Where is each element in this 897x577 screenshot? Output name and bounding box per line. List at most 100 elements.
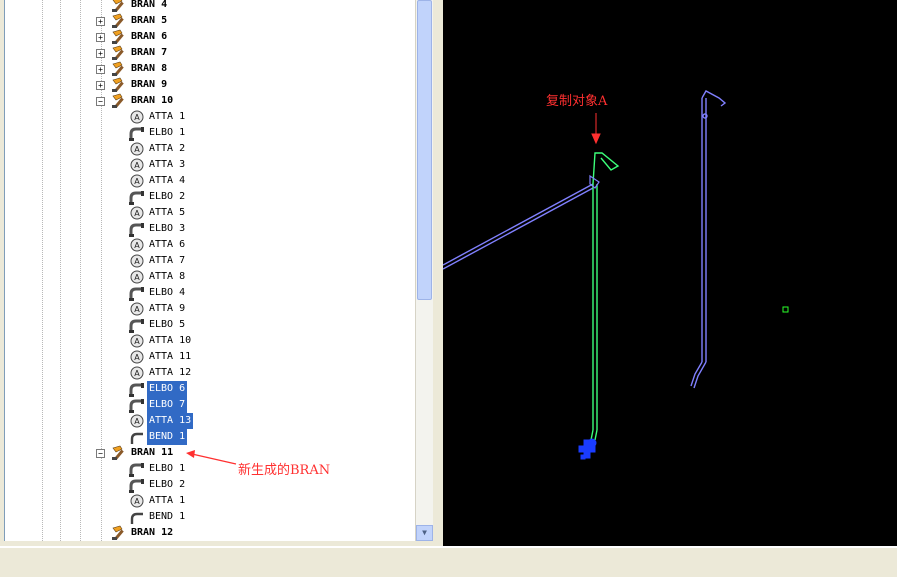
tree-node-label[interactable]: BRAN 11 [129,445,175,461]
svg-text:A: A [134,177,140,186]
elbow-icon [129,381,145,397]
attachment-icon: A [129,109,145,125]
expand-icon[interactable]: + [96,33,105,42]
tree-node-label[interactable]: ATTA 7 [147,253,187,269]
elbow-icon [129,221,145,237]
tree-guide-line [80,0,81,541]
svg-text:A: A [134,337,140,346]
attachment-icon: A [129,237,145,253]
copied-pipe-object-a[interactable] [590,152,620,441]
attachment-icon: A [129,205,145,221]
pipe-component-icon[interactable] [578,438,597,460]
svg-text:A: A [134,417,140,426]
tree-node-label[interactable]: ELBO 7 [147,397,188,413]
tree-node-label[interactable]: BRAN 10 [129,93,175,109]
model-explorer-panel: BRAN 4 + BRAN 5 + BRAN 6 + BRAN 7 + BRAN 8 + BRAN … [0,0,443,553]
svg-text:A: A [134,369,140,378]
attachment-icon: A [129,365,145,381]
expand-icon[interactable]: + [96,65,105,74]
tree-node-label[interactable]: ATTA 1 [147,493,187,509]
3d-viewport[interactable]: 复制对象A [442,0,897,546]
hammer-icon [111,29,127,45]
tree-guide-line [60,0,61,541]
scroll-down-button[interactable]: ▼ [416,525,433,541]
svg-text:A: A [134,497,140,506]
scrollbar-thumb[interactable] [417,0,432,300]
elbow-icon [129,477,145,493]
tree-node-label[interactable]: BRAN 7 [129,45,169,61]
tree-node-label[interactable]: ELBO 2 [147,477,187,493]
tree-node-label[interactable]: ATTA 8 [147,269,187,285]
attachment-icon: A [129,333,145,349]
tree-node-label[interactable]: ATTA 6 [147,237,187,253]
point-marker[interactable] [782,306,789,313]
svg-text:A: A [134,209,140,218]
expand-icon[interactable]: + [96,17,105,26]
svg-text:A: A [134,241,140,250]
svg-text:A: A [134,353,140,362]
tree-node-label[interactable]: ATTA 11 [147,349,193,365]
attachment-icon: A [129,493,145,509]
collapse-icon[interactable]: − [96,449,105,458]
tree-node-label[interactable]: BRAN 12 [129,525,175,541]
elbow-icon [129,317,145,333]
hammer-icon [111,0,127,13]
elbow-icon [129,189,145,205]
attachment-icon: A [129,301,145,317]
annotation-new-bran: 新生成的BRAN [238,463,331,478]
hammer-icon [111,77,127,93]
tree-node-label[interactable]: ATTA 2 [147,141,187,157]
hammer-icon [111,93,127,109]
attachment-icon: A [129,349,145,365]
svg-text:A: A [134,273,140,282]
tree-vertical-scrollbar[interactable]: ▼ [415,0,433,541]
hammer-icon [111,445,127,461]
status-bar [0,546,897,577]
tree-node-label[interactable]: BRAN 6 [129,29,169,45]
tree-node-label[interactable]: ELBO 6 [147,381,188,397]
hammer-icon [111,61,127,77]
hammer-icon [111,13,127,29]
tree-node-label[interactable]: ATTA 10 [147,333,193,349]
elbow-icon [129,397,145,413]
svg-text:A: A [134,145,140,154]
tree-node-label[interactable]: ATTA 5 [147,205,187,221]
tree-node-label[interactable]: ATTA 1 [147,109,187,125]
tree-node-label[interactable]: ATTA 12 [147,365,193,381]
tree-node-label[interactable]: ELBO 5 [147,317,187,333]
tree-node-label[interactable]: ELBO 2 [147,189,187,205]
tree-node-label[interactable]: BEND 1 [147,429,188,445]
tree-node-label[interactable]: BRAN 4 [129,0,169,13]
elbow-icon [129,461,145,477]
tree-node-label[interactable]: ELBO 1 [147,125,187,141]
tree-node-label[interactable]: BRAN 8 [129,61,169,77]
annotation-arrow-copy [591,113,601,145]
expand-icon[interactable]: + [96,81,105,90]
tree-node-label[interactable]: ELBO 3 [147,221,187,237]
svg-text:A: A [134,305,140,314]
tree-node-label[interactable]: BRAN 5 [129,13,169,29]
annotation-copy-object: 复制对象A [546,94,608,109]
elbow-icon [129,285,145,301]
annotation-arrow-new-bran [186,450,237,465]
collapse-icon[interactable]: − [96,97,105,106]
pipe-drawing [442,90,789,460]
bend-icon [129,429,145,445]
elbow-icon [129,125,145,141]
tree-node-label[interactable]: BRAN 9 [129,77,169,93]
attachment-icon: A [129,157,145,173]
attachment-icon: A [129,141,145,157]
bend-icon [129,509,145,525]
tree-node-label[interactable]: BEND 1 [147,509,187,525]
tree-node-label[interactable]: ATTA 13 [147,413,194,429]
tree-node-label[interactable]: ELBO 4 [147,285,187,301]
svg-text:A: A [134,161,140,170]
attachment-icon: A [129,269,145,285]
tree-node-label[interactable]: ATTA 3 [147,157,187,173]
expand-icon[interactable]: + [96,49,105,58]
hammer-icon [111,45,127,61]
original-pipe-branch[interactable] [442,90,727,389]
tree-node-label[interactable]: ATTA 4 [147,173,187,189]
tree-node-label[interactable]: ATTA 9 [147,301,187,317]
hammer-icon [111,525,127,541]
